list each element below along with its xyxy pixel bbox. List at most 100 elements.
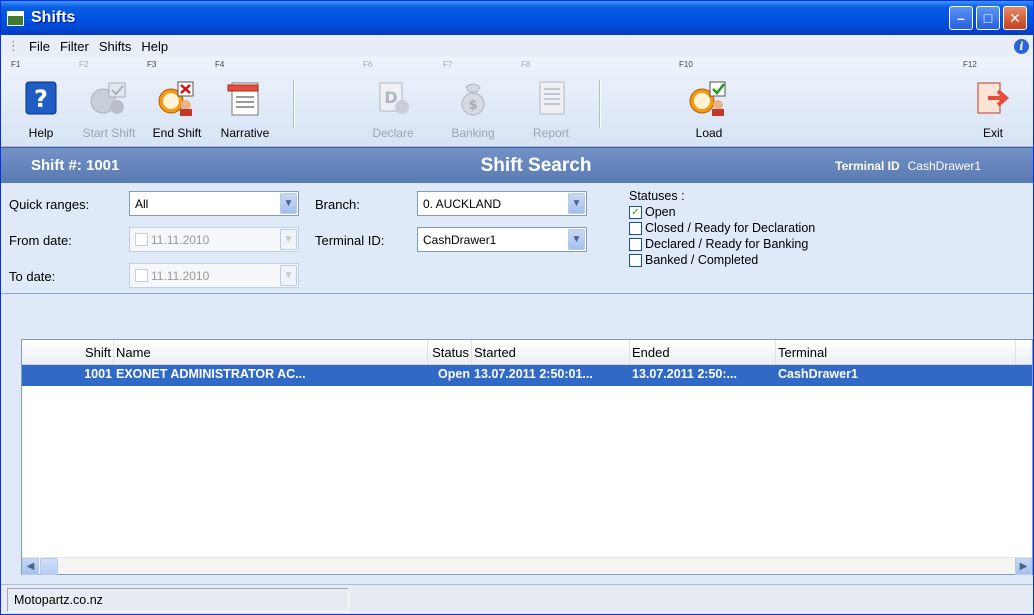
report-button[interactable]: F8 Report [517,58,585,140]
status-label: Closed / Ready for Declaration [645,221,816,235]
chevron-down-icon[interactable]: ▼ [568,229,585,250]
declare-button[interactable]: F6 D Declare [359,58,427,140]
quick-ranges-label: Quick ranges: [9,197,90,212]
app-icon [7,10,24,26]
menu-file[interactable]: File [24,39,55,54]
to-date-picker[interactable]: 11.11.2010 ▼ [129,263,299,288]
narrative-icon [225,78,265,118]
title-bar[interactable]: Shifts – □ ✕ [1,1,1033,35]
window-title: Shifts [31,9,76,26]
minimize-button[interactable]: – [949,6,973,30]
quick-ranges-value: All [135,196,149,211]
status-closed-checkbox[interactable]: Closed / Ready for Declaration [629,221,815,235]
terminal-id-filter-label: Terminal ID: [315,233,385,248]
fkey-label: F3 [147,60,157,69]
menu-grip-icon: ⋮ [7,38,20,53]
horizontal-scrollbar[interactable]: ◀ ▶ [22,557,1032,575]
checkbox-box[interactable] [629,253,642,267]
banking-icon: $ [453,78,493,118]
status-label: Declared / Ready for Banking [645,237,809,251]
branch-select[interactable]: 0. AUCKLAND ▼ [417,191,587,216]
table-row[interactable]: 1001 EXONET ADMINISTRATOR AC... Open 13.… [22,365,1032,386]
statuses-label: Statuses : [629,189,685,203]
terminal-id-label: Terminal ID [835,158,900,173]
quick-ranges-select[interactable]: All ▼ [129,191,299,216]
page-title: Shift Search [480,154,592,176]
terminal-id-filter-value: CashDrawer1 [423,232,497,247]
help-icon: ? [21,78,61,118]
to-date-value: 11.11.2010 [151,268,210,283]
column-header-shift[interactable]: Shift [22,340,114,364]
info-icon[interactable]: i [1014,38,1029,54]
grid-header: Shift Name Status Started Ended Terminal [22,340,1032,365]
column-header-terminal[interactable]: Terminal [776,340,1016,364]
checkbox-box[interactable] [629,221,642,235]
scroll-left-icon[interactable]: ◀ [22,558,39,575]
branch-label: Branch: [315,197,360,212]
start-shift-icon [89,78,129,118]
column-header-status[interactable]: Status [428,340,472,364]
cell-started: 13.07.2011 2:50:01... [474,367,593,381]
cell-shift: 1001 [84,367,112,381]
to-date-checkbox[interactable] [135,269,148,282]
chevron-down-icon[interactable]: ▼ [280,265,297,286]
exit-icon [973,78,1013,118]
scroll-right-icon[interactable]: ▶ [1015,558,1032,575]
fkey-label: F4 [215,60,225,69]
terminal-id-select[interactable]: CashDrawer1 ▼ [417,227,587,252]
menu-help[interactable]: Help [136,39,173,54]
status-banked-checkbox[interactable]: Banked / Completed [629,253,758,267]
banking-label: Banking [451,126,495,140]
scroll-thumb[interactable] [40,558,58,575]
fkey-label: F7 [443,60,453,69]
fkey-label: F6 [363,60,373,69]
toolbar: F1 ? Help F2 Start Shift F3 End Shift F4 [1,57,1033,147]
column-header-name[interactable]: Name [114,340,428,364]
end-shift-button[interactable]: F3 End Shift [143,58,211,140]
menu-filter[interactable]: Filter [55,39,94,54]
svg-text:$: $ [468,98,477,113]
exit-button[interactable]: F12 Exit [959,58,1027,140]
column-header-started[interactable]: Started [472,340,630,364]
chevron-down-icon[interactable]: ▼ [280,193,297,214]
checkmark-icon[interactable]: ✓ [629,205,642,219]
toolbar-separator [599,80,601,128]
report-icon [531,78,571,118]
end-shift-label: End Shift [152,126,202,140]
load-button[interactable]: F10 Load [675,58,743,140]
chevron-down-icon[interactable]: ▼ [280,229,297,250]
narrative-label: Narrative [220,126,270,140]
start-shift-button[interactable]: F2 Start Shift [75,58,143,140]
fkey-label: F12 [963,60,977,69]
report-label: Report [532,126,570,140]
status-open-checkbox[interactable]: ✓ Open [629,205,676,219]
status-label: Banked / Completed [645,253,759,267]
declare-label: Declare [372,126,414,140]
toolbar-separator [293,80,295,128]
from-date-checkbox[interactable] [135,233,148,246]
load-icon [689,78,729,118]
cell-status: Open [438,367,470,381]
declare-icon: D [373,78,413,118]
close-button[interactable]: ✕ [1003,6,1027,30]
narrative-button[interactable]: F4 Narrative [211,58,279,140]
fkey-label: F1 [11,60,21,69]
start-shift-label: Start Shift [82,126,136,140]
load-label: Load [695,126,723,140]
help-button[interactable]: F1 ? Help [7,58,75,140]
menu-shifts[interactable]: Shifts [94,39,137,54]
chevron-down-icon[interactable]: ▼ [568,193,585,214]
from-date-value: 11.11.2010 [151,232,210,247]
status-declared-checkbox[interactable]: Declared / Ready for Banking [629,237,808,251]
cell-terminal: CashDrawer1 [778,367,858,381]
svg-text:?: ? [34,85,48,113]
column-header-ended[interactable]: Ended [630,340,776,364]
banking-button[interactable]: F7 $ Banking [439,58,507,140]
status-label: Open [645,205,676,219]
checkbox-box[interactable] [629,237,642,251]
cell-ended: 13.07.2011 2:50:... [632,367,737,381]
fkey-label: F8 [521,60,531,69]
from-date-picker[interactable]: 11.11.2010 ▼ [129,227,299,252]
shifts-grid[interactable]: Shift Name Status Started Ended Terminal… [21,339,1033,575]
maximize-button[interactable]: □ [976,6,1000,30]
